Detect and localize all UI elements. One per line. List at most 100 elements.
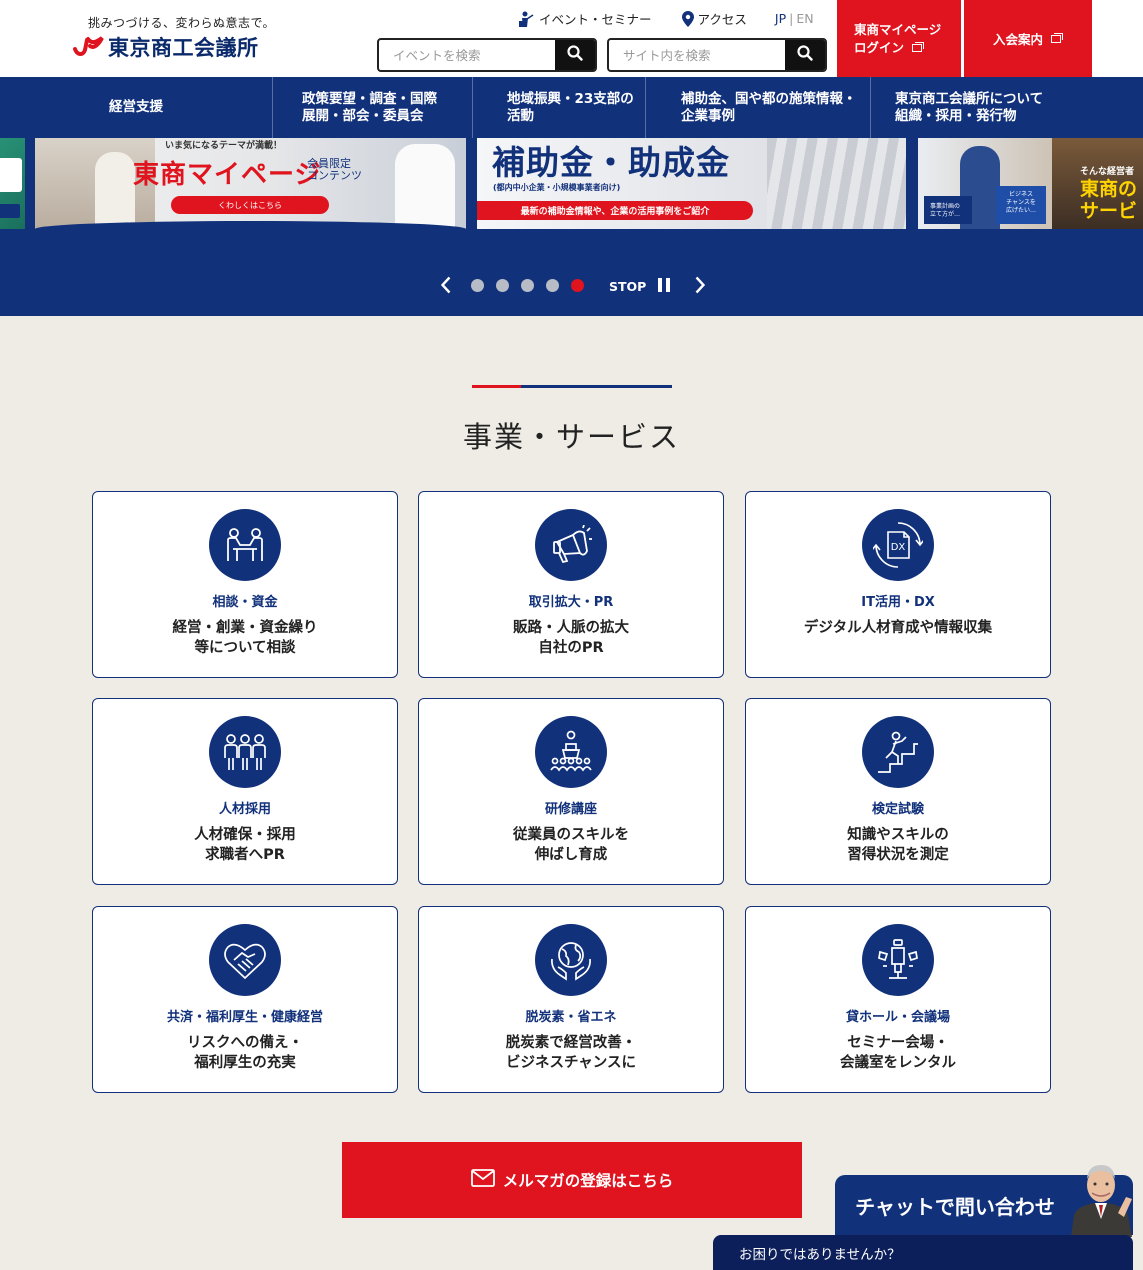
lang-en[interactable]: EN — [796, 11, 813, 26]
chat-banner-label: チャットで問い合わせ — [855, 1194, 1055, 1219]
desc-line: 経営・創業・資金繰り — [172, 620, 318, 636]
chevron-right-icon — [695, 276, 706, 298]
carousel-slide-services[interactable]: 事業計画の 立て方が… ビジネス チャンスを 広げたい… そんな経営者 東商の … — [918, 138, 1143, 229]
service-card-pr[interactable]: 取引拡大・PR 販路・人脈の拡大 自社のPR — [418, 491, 724, 678]
service-description: 脱炭素で経営改善・ ビジネスチャンスに — [419, 1033, 723, 1073]
service-description: デジタル人材育成や情報収集 — [746, 618, 1050, 638]
service-card-hall-rental[interactable]: 貸ホール・会議場 セミナー会場・ 会議室をレンタル — [745, 906, 1051, 1093]
nav-label: 補助金、国や都の施策情報・ — [681, 90, 857, 107]
pause-icon — [658, 277, 671, 295]
site-search-button[interactable] — [785, 40, 825, 70]
slide-cta-button[interactable]: 最新の補助金情報や、企業の活用事例をご紹介 — [477, 201, 753, 220]
nav-item-regional[interactable]: 地域振興・23支部の 活動 — [473, 77, 646, 138]
carousel-slide-subsidy[interactable]: 補助金・助成金 (都内中小企業・小規模事業者向け) 最新の補助金情報や、企業の活… — [477, 138, 906, 229]
desc-line: 販路・人脈の拡大 — [513, 620, 629, 636]
site-logo[interactable]: 東京商工会議所 — [72, 32, 259, 62]
nav-item-about[interactable]: 東京商工会議所について 組織・採用・発行物 — [871, 77, 1143, 138]
chip-line: ビジネス — [1008, 191, 1033, 198]
service-category: 共済・福利厚生・健康経営 — [166, 1010, 323, 1025]
site-header: 挑みつづける、変わらぬ意志で。 東京商工会議所 イベント・セミナー アクセス J… — [0, 0, 1143, 77]
nav-label: 政策要望・調査・国際 — [302, 90, 437, 107]
desc-line: 伸ばし育成 — [534, 847, 608, 863]
service-category: 研修講座 — [544, 802, 597, 817]
membership-guide-button[interactable]: 入会案内 — [964, 0, 1092, 77]
nav-label: 組織・採用・発行物 — [895, 107, 1017, 124]
section-divider-red — [472, 385, 521, 388]
event-seminar-link[interactable]: イベント・セミナー — [517, 9, 652, 28]
megaphone-icon — [535, 509, 607, 581]
event-search-button[interactable] — [555, 40, 595, 70]
service-description: 知識やスキルの 習得状況を測定 — [746, 825, 1050, 865]
desc-line: 習得状況を測定 — [847, 847, 949, 863]
slide-small-text: そんな経営者 — [1080, 167, 1135, 177]
service-card-certification[interactable]: 検定試験 知識やスキルの 習得状況を測定 — [745, 698, 1051, 885]
svg-text:DX: DX — [891, 542, 906, 553]
carousel-next-button[interactable] — [692, 276, 708, 298]
carousel-dot-1[interactable] — [471, 279, 484, 292]
slide-title: 補助金・助成金 — [492, 143, 730, 182]
service-card-consultation[interactable]: 相談・資金 経営・創業・資金繰り 等について相談 — [92, 491, 398, 678]
slide-cta-label: くわしくはこちら — [218, 200, 282, 210]
event-search-input[interactable] — [379, 40, 555, 70]
chevron-left-icon — [440, 276, 451, 298]
carousel-prev-button[interactable] — [438, 276, 454, 298]
service-card-decarbonization[interactable]: 脱炭素・省エネ 脱炭素で経営改善・ ビジネスチャンスに — [418, 906, 724, 1093]
slide-cta-button[interactable]: くわしくはこちら — [171, 196, 329, 214]
language-switch: JP | EN — [775, 11, 814, 26]
access-link[interactable]: アクセス — [681, 9, 747, 28]
carousel-slide-mypage[interactable]: いま気になるテーマが満載！ 東商マイページ 会員限定 コンテンツ くわしくはこち… — [35, 138, 466, 229]
nav-label: 企業事例 — [681, 107, 735, 124]
slide-subtitle: (都内中小企業・小規模事業者向け) — [493, 183, 621, 192]
stairs-climb-icon — [862, 716, 934, 788]
desc-line: リスクへの備え・ — [187, 1035, 303, 1051]
nav-item-subsidy[interactable]: 補助金、国や都の施策情報・ 企業事例 — [646, 77, 871, 138]
mypage-login-button[interactable]: 東商マイページ ログイン — [837, 0, 961, 77]
newsletter-signup-button[interactable]: メルマガの登録はこちら — [342, 1142, 802, 1218]
service-category: 脱炭素・省エネ — [525, 1010, 617, 1025]
site-search-input[interactable] — [609, 40, 785, 70]
mail-icon — [470, 1169, 495, 1191]
chip-line: 立て方が… — [930, 211, 961, 218]
service-category: 相談・資金 — [212, 595, 278, 610]
service-description: 従業員のスキルを 伸ばし育成 — [419, 825, 723, 865]
nav-label: 東京商工会議所について — [895, 90, 1044, 107]
carousel-dot-5[interactable] — [571, 279, 584, 292]
logo-tagline: 挑みつづける、変わらぬ意志で。 — [88, 16, 276, 30]
service-category: 人材採用 — [218, 802, 271, 817]
nav-item-management-support[interactable]: 経営支援 — [0, 77, 273, 138]
carousel-stop-button[interactable]: STOP — [609, 276, 671, 296]
service-category: 取引拡大・PR — [528, 595, 614, 610]
chat-widget-bar[interactable]: お困りではありませんか？ — [713, 1235, 1133, 1270]
chip-line: 広げたい… — [1005, 207, 1036, 214]
service-card-training[interactable]: 研修講座 従業員のスキルを 伸ばし育成 — [418, 698, 724, 885]
slide-chip: 事業計画の 立て方が… — [924, 196, 972, 224]
lang-jp[interactable]: JP — [775, 11, 786, 26]
logo-mark-icon — [72, 35, 106, 59]
dot-indicator — [546, 279, 559, 292]
slide-top-text: いま気になるテーマが満載！ — [165, 141, 283, 151]
nav-label: 展開・部会・委員会 — [302, 107, 424, 124]
map-pin-icon — [681, 10, 694, 27]
service-card-welfare[interactable]: 共済・福利厚生・健康経営 リスクへの備え・ 福利厚生の充実 — [92, 906, 398, 1093]
desc-line: 等について相談 — [194, 640, 296, 656]
presenter-icon — [517, 11, 535, 27]
carousel-slide-partial-left[interactable] — [0, 138, 25, 229]
carousel-dot-2[interactable] — [496, 279, 509, 292]
microphone-hall-icon — [862, 924, 934, 996]
service-category: 貸ホール・会議場 — [845, 1010, 950, 1025]
carousel-dot-4[interactable] — [546, 279, 559, 292]
service-card-dx[interactable]: DX IT活用・DX デジタル人材育成や情報収集 — [745, 491, 1051, 678]
carousel-dot-3[interactable] — [521, 279, 534, 292]
search-icon — [567, 45, 583, 65]
service-description: セミナー会場・ 会議室をレンタル — [746, 1033, 1050, 1073]
section-divider-navy — [521, 385, 672, 388]
desc-line: 会議室をレンタル — [840, 1055, 956, 1071]
nav-item-policy[interactable]: 政策要望・調査・国際 展開・部会・委員会 — [273, 77, 473, 138]
slide-title: 東商マイページ — [133, 160, 322, 190]
mypage-label: 東商マイページ — [854, 21, 942, 37]
dot-indicator — [521, 279, 534, 292]
nav-label: 活動 — [507, 107, 534, 124]
service-card-recruitment[interactable]: 人材採用 人材確保・採用 求職者へPR — [92, 698, 398, 885]
dot-indicator — [471, 279, 484, 292]
lang-separator: | — [789, 11, 794, 26]
